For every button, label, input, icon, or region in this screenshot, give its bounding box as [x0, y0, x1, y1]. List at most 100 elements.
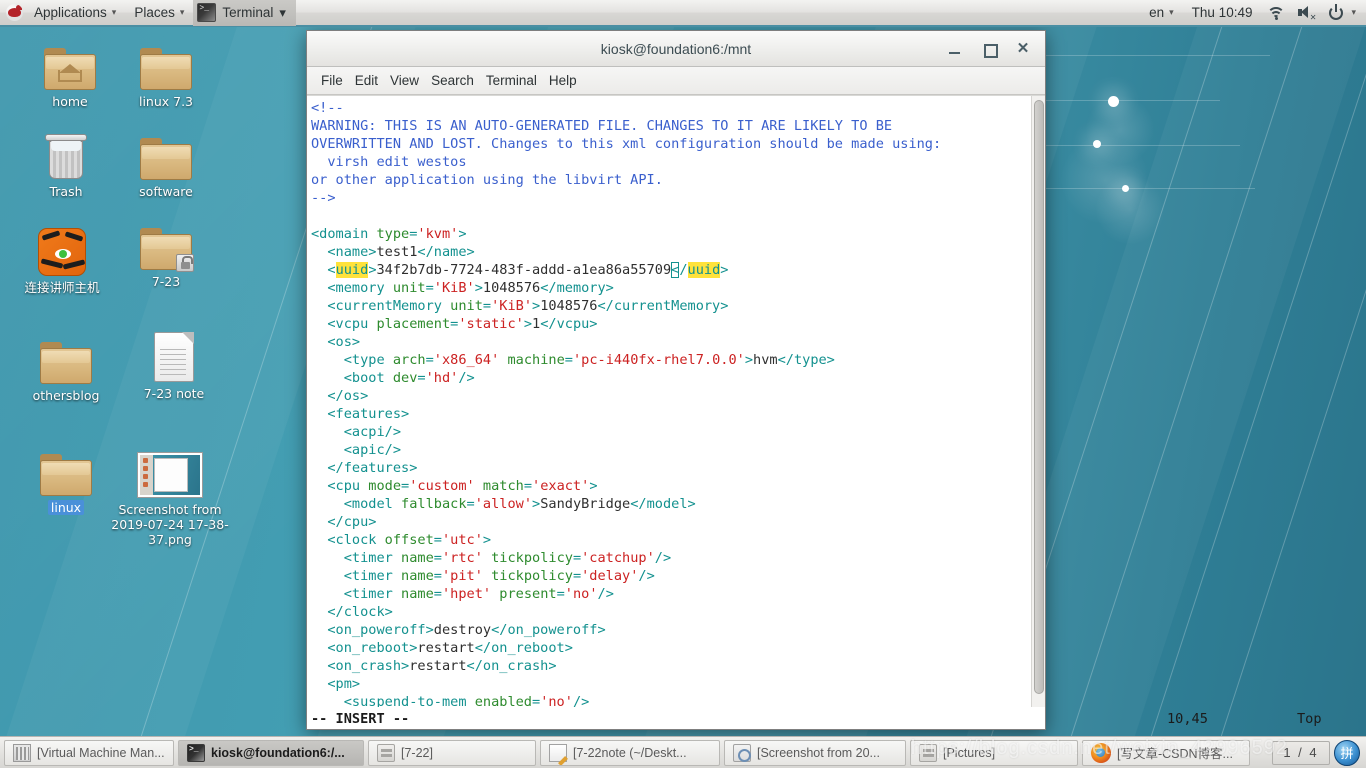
menu-item-edit[interactable]: Edit — [355, 71, 390, 90]
desktop-icon-label: 7-23 note — [143, 386, 205, 401]
desktop-icon-screenshot[interactable]: Screenshot from 2019-07-24 17-38-37.png — [108, 444, 232, 547]
menu-item-terminal[interactable]: Terminal — [486, 71, 549, 90]
maximize-button[interactable] — [981, 41, 998, 58]
chevron-down-icon: ▾ — [1169, 7, 1174, 17]
window-title: kiosk@foundation6:/mnt — [600, 40, 752, 57]
desktop-icon-label: 连接讲师主机 — [24, 280, 100, 295]
vertical-scrollbar[interactable] — [1031, 96, 1045, 707]
taskbar-item-label: [7-22note (~/Deskt... — [573, 745, 687, 760]
menu-applications[interactable]: Applications ▾ — [25, 0, 125, 25]
redhat-logo-icon — [6, 4, 23, 21]
vim-cursor-position: 10,45 — [1167, 710, 1208, 727]
desktop-icon-trash[interactable]: Trash — [10, 126, 122, 199]
wallpaper-glow — [1095, 175, 1165, 245]
desktop-icon-linux[interactable]: linux — [10, 442, 122, 515]
panel-status-area: en ▾ Thu 10:49 ✕ ▾ — [1140, 0, 1366, 25]
wifi-icon[interactable] — [1266, 3, 1286, 23]
tiger-app-icon — [6, 222, 118, 276]
active-app-terminal[interactable]: Terminal ▾ — [193, 0, 296, 26]
taskbar-item-vmm[interactable]: [Virtual Machine Man... — [4, 739, 174, 766]
desktop-icon-connect-instructor-host[interactable]: 连接讲师主机 — [6, 222, 118, 295]
desktop-icon-label: othersblog — [32, 388, 100, 403]
window-title-bar[interactable]: kiosk@foundation6:/mnt ✕ — [307, 31, 1045, 67]
input-method-badge[interactable]: 拼 — [1334, 739, 1360, 766]
wallpaper-dot — [1108, 96, 1119, 107]
power-icon[interactable] — [1326, 3, 1346, 23]
taskbar-item-screenshot[interactable]: [Screenshot from 20... — [724, 739, 906, 766]
vim-mode-indicator: -- INSERT -- — [311, 710, 410, 727]
chevron-down-icon: ▾ — [111, 7, 117, 17]
keyboard-layout-indicator[interactable]: en ▾ — [1140, 0, 1183, 25]
window-controls: ✕ — [947, 31, 1037, 67]
desktop-icon-label: linux 7.3 — [138, 94, 194, 109]
chevron-down-icon: ▾ — [279, 4, 286, 20]
top-panel: Applications ▾ Places ▾ Terminal ▾ en ▾ … — [0, 0, 1366, 27]
folder-icon — [110, 36, 222, 90]
file-manager-icon — [919, 743, 937, 762]
menu-item-file[interactable]: File — [321, 71, 355, 90]
desktop-icon-label: Screenshot from 2019-07-24 17-38-37.png — [111, 502, 229, 547]
workspace-switcher[interactable]: 1 / 4 — [1272, 740, 1330, 765]
trash-icon — [10, 126, 122, 180]
vmm-icon — [13, 743, 31, 762]
file-manager-icon — [377, 743, 395, 762]
taskbar-item-label: [7-22] — [401, 745, 433, 760]
terminal-icon — [197, 3, 217, 22]
desktop-icon-label: Trash — [49, 184, 83, 199]
vim-editor-buffer[interactable]: <!-- WARNING: THIS IS AN AUTO-GENERATED … — [307, 96, 1031, 707]
minimize-button[interactable] — [947, 41, 963, 57]
taskbar-item-label: kiosk@foundation6:/... — [211, 745, 345, 760]
taskbar-item-pictures[interactable]: [Pictures] — [910, 739, 1078, 766]
menu-applications-label: Applications — [34, 5, 107, 20]
vim-status-line: -- INSERT -- 10,45 Top — [307, 707, 1322, 729]
clock-label: Thu 10:49 — [1191, 5, 1253, 20]
desktop-icon-7-23-note[interactable]: 7-23 note — [118, 320, 230, 401]
terminal-icon — [187, 743, 205, 762]
wallpaper-dot — [1093, 140, 1101, 148]
terminal-body[interactable]: <!-- WARNING: THIS IS AN AUTO-GENERATED … — [307, 95, 1045, 707]
desktop-icon-7-23[interactable]: 7-23 — [110, 216, 222, 289]
menu-item-search[interactable]: Search — [431, 71, 486, 90]
taskbar-item-terminal[interactable]: kiosk@foundation6:/... — [178, 739, 364, 766]
keyboard-layout-label: en — [1149, 5, 1165, 20]
screenshot-thumbnail-icon — [108, 444, 232, 498]
taskbar: [Virtual Machine Man... kiosk@foundation… — [0, 736, 1366, 768]
close-button[interactable]: ✕ — [1015, 41, 1031, 57]
clock[interactable]: Thu 10:49 — [1183, 0, 1262, 25]
folder-icon — [110, 126, 222, 180]
terminal-window[interactable]: kiosk@foundation6:/mnt ✕ File Edit View … — [306, 30, 1322, 730]
firefox-icon — [1091, 742, 1111, 763]
menu-item-help[interactable]: Help — [549, 71, 589, 90]
taskbar-item-7-22[interactable]: [7-22] — [368, 739, 536, 766]
vim-scroll-position: Top — [1297, 710, 1322, 727]
desktop-icon-label: 7-23 — [151, 274, 181, 289]
volume-muted-icon[interactable]: ✕ — [1296, 3, 1316, 23]
desktop-icon-othersblog[interactable]: othersblog — [10, 330, 122, 403]
taskbar-item-label: [Virtual Machine Man... — [37, 745, 165, 760]
menu-places-label: Places — [134, 5, 175, 20]
menu-bar: File Edit View Search Terminal Help — [307, 67, 1045, 95]
folder-icon — [10, 442, 122, 496]
desktop-icon-label: linux — [47, 500, 85, 515]
taskbar-item-label: [写文章-CSDN博客... — [1117, 747, 1233, 761]
image-viewer-icon — [733, 743, 751, 762]
document-icon — [118, 320, 230, 382]
folder-icon — [10, 330, 122, 384]
scrollbar-thumb[interactable] — [1034, 100, 1044, 694]
taskbar-item-firefox[interactable]: [写文章-CSDN博客... — [1082, 739, 1250, 766]
active-app-label: Terminal — [222, 5, 274, 20]
desktop-icon-software[interactable]: software — [110, 126, 222, 199]
wallpaper-hline — [1040, 55, 1270, 56]
taskbar-item-label: [Screenshot from 20... — [757, 745, 880, 760]
menu-item-view[interactable]: View — [390, 71, 431, 90]
desktop-icon-label: home — [52, 94, 88, 109]
wallpaper-dot — [1122, 185, 1129, 192]
system-menu-chevron-icon[interactable]: ▾ — [1351, 7, 1356, 18]
text-editor-icon — [549, 743, 567, 762]
taskbar-item-label: [Pictures] — [943, 745, 996, 760]
folder-locked-icon — [110, 216, 222, 272]
taskbar-item-7-22note[interactable]: [7-22note (~/Deskt... — [540, 739, 720, 766]
desktop-icon-linux-73[interactable]: linux 7.3 — [110, 36, 222, 109]
chevron-down-icon: ▾ — [179, 7, 185, 17]
menu-places[interactable]: Places ▾ — [125, 0, 193, 25]
